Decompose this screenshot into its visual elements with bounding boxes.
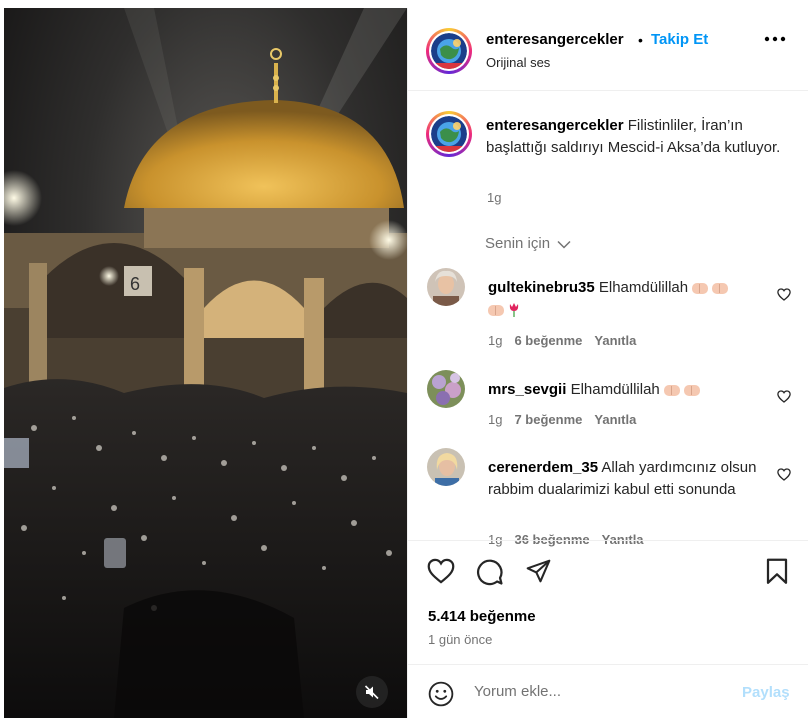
comments-sort-label: Senin için [485,235,551,252]
comment-username[interactable]: mrs_sevgii [488,381,566,398]
globe-avatar-image [431,116,467,152]
comment-meta: 1g 6 beğenme Yanıtla [488,333,636,348]
comment-input[interactable] [474,683,724,700]
reply-button[interactable]: Yanıtla [594,412,636,427]
heart-outline-icon[interactable] [777,468,791,481]
comment-text: gultekinebru35 Elhamdülillah [488,277,758,321]
video-frame: 6 [4,8,407,718]
author-username[interactable]: enteresangercekler [486,31,624,48]
tulip-icon [509,303,519,318]
clapping-hands-icon [663,384,680,396]
like-heart-icon[interactable] [427,558,455,584]
audio-label[interactable]: Orijinal ses [486,55,550,70]
globe-avatar-image [431,33,467,69]
comment-meta: 1g 7 beğenme Yanıtla [488,412,636,427]
commenter-avatar[interactable] [427,370,465,408]
reply-button[interactable]: Yanıtla [594,333,636,348]
mute-button[interactable] [356,676,388,708]
comments-sort-dropdown[interactable]: Senin için [485,235,571,252]
commenter-avatar[interactable] [427,268,465,306]
emoji-smiley-icon[interactable] [428,681,454,707]
follow-button[interactable]: Takip Et [651,31,708,48]
heart-outline-icon[interactable] [777,390,791,403]
chevron-down-icon [557,240,571,249]
share-paper-plane-icon[interactable] [525,558,552,584]
post-header: enteresangercekler • Takip Et Orijinal s… [408,8,808,91]
comment-username[interactable]: gultekinebru35 [488,279,595,296]
post-details-panel: enteresangercekler • Takip Et Orijinal s… [407,8,808,718]
clapping-hands-icon [692,282,709,294]
post-video[interactable]: 6 [4,8,407,718]
separator-dot: • [638,32,643,48]
post-comment-button[interactable]: Paylaş [742,684,790,701]
author-avatar[interactable] [426,28,472,74]
svg-text:6: 6 [130,274,140,294]
comment-likes[interactable]: 7 beğenme [514,412,582,427]
caption-text: enteresangercekler Filistinliler, İran’ı… [486,115,786,159]
commenter-photo [427,448,465,486]
caption-username[interactable]: enteresangercekler [486,117,624,134]
clapping-hands-icon [712,282,729,294]
speaker-muted-icon [364,685,379,700]
comment-likes[interactable]: 6 beğenme [514,333,582,348]
comment-time: 1g [488,412,503,427]
clapping-hands-icon [683,384,700,396]
commenter-photo [427,370,465,408]
caption-timestamp: 1g [487,190,502,205]
comment-composer: Paylaş [408,664,808,719]
commenter-avatar[interactable] [427,448,465,486]
comment-username[interactable]: cerenerdem_35 [488,459,598,476]
commenter-photo [427,268,465,306]
likes-count[interactable]: 5.414 beğenme [428,608,536,625]
comment-time: 1g [488,333,503,348]
post-action-bar [408,540,808,605]
heart-outline-icon[interactable] [777,288,791,301]
more-horizontal-icon[interactable] [764,36,786,42]
save-bookmark-icon[interactable] [765,558,789,585]
comment-body: Elhamdülillah [598,279,689,296]
caption-author-avatar[interactable] [426,111,472,157]
comment-text: cerenerdem_35 Allah yardımcınız olsun ra… [488,457,758,501]
post-timestamp: 1 gün önce [428,632,493,647]
comment-bubble-icon[interactable] [476,558,504,586]
comment-text: mrs_sevgii Elhamdüllilah [488,379,758,401]
clapping-hands-icon [488,304,504,316]
comment-body: Elhamdüllilah [570,381,660,398]
